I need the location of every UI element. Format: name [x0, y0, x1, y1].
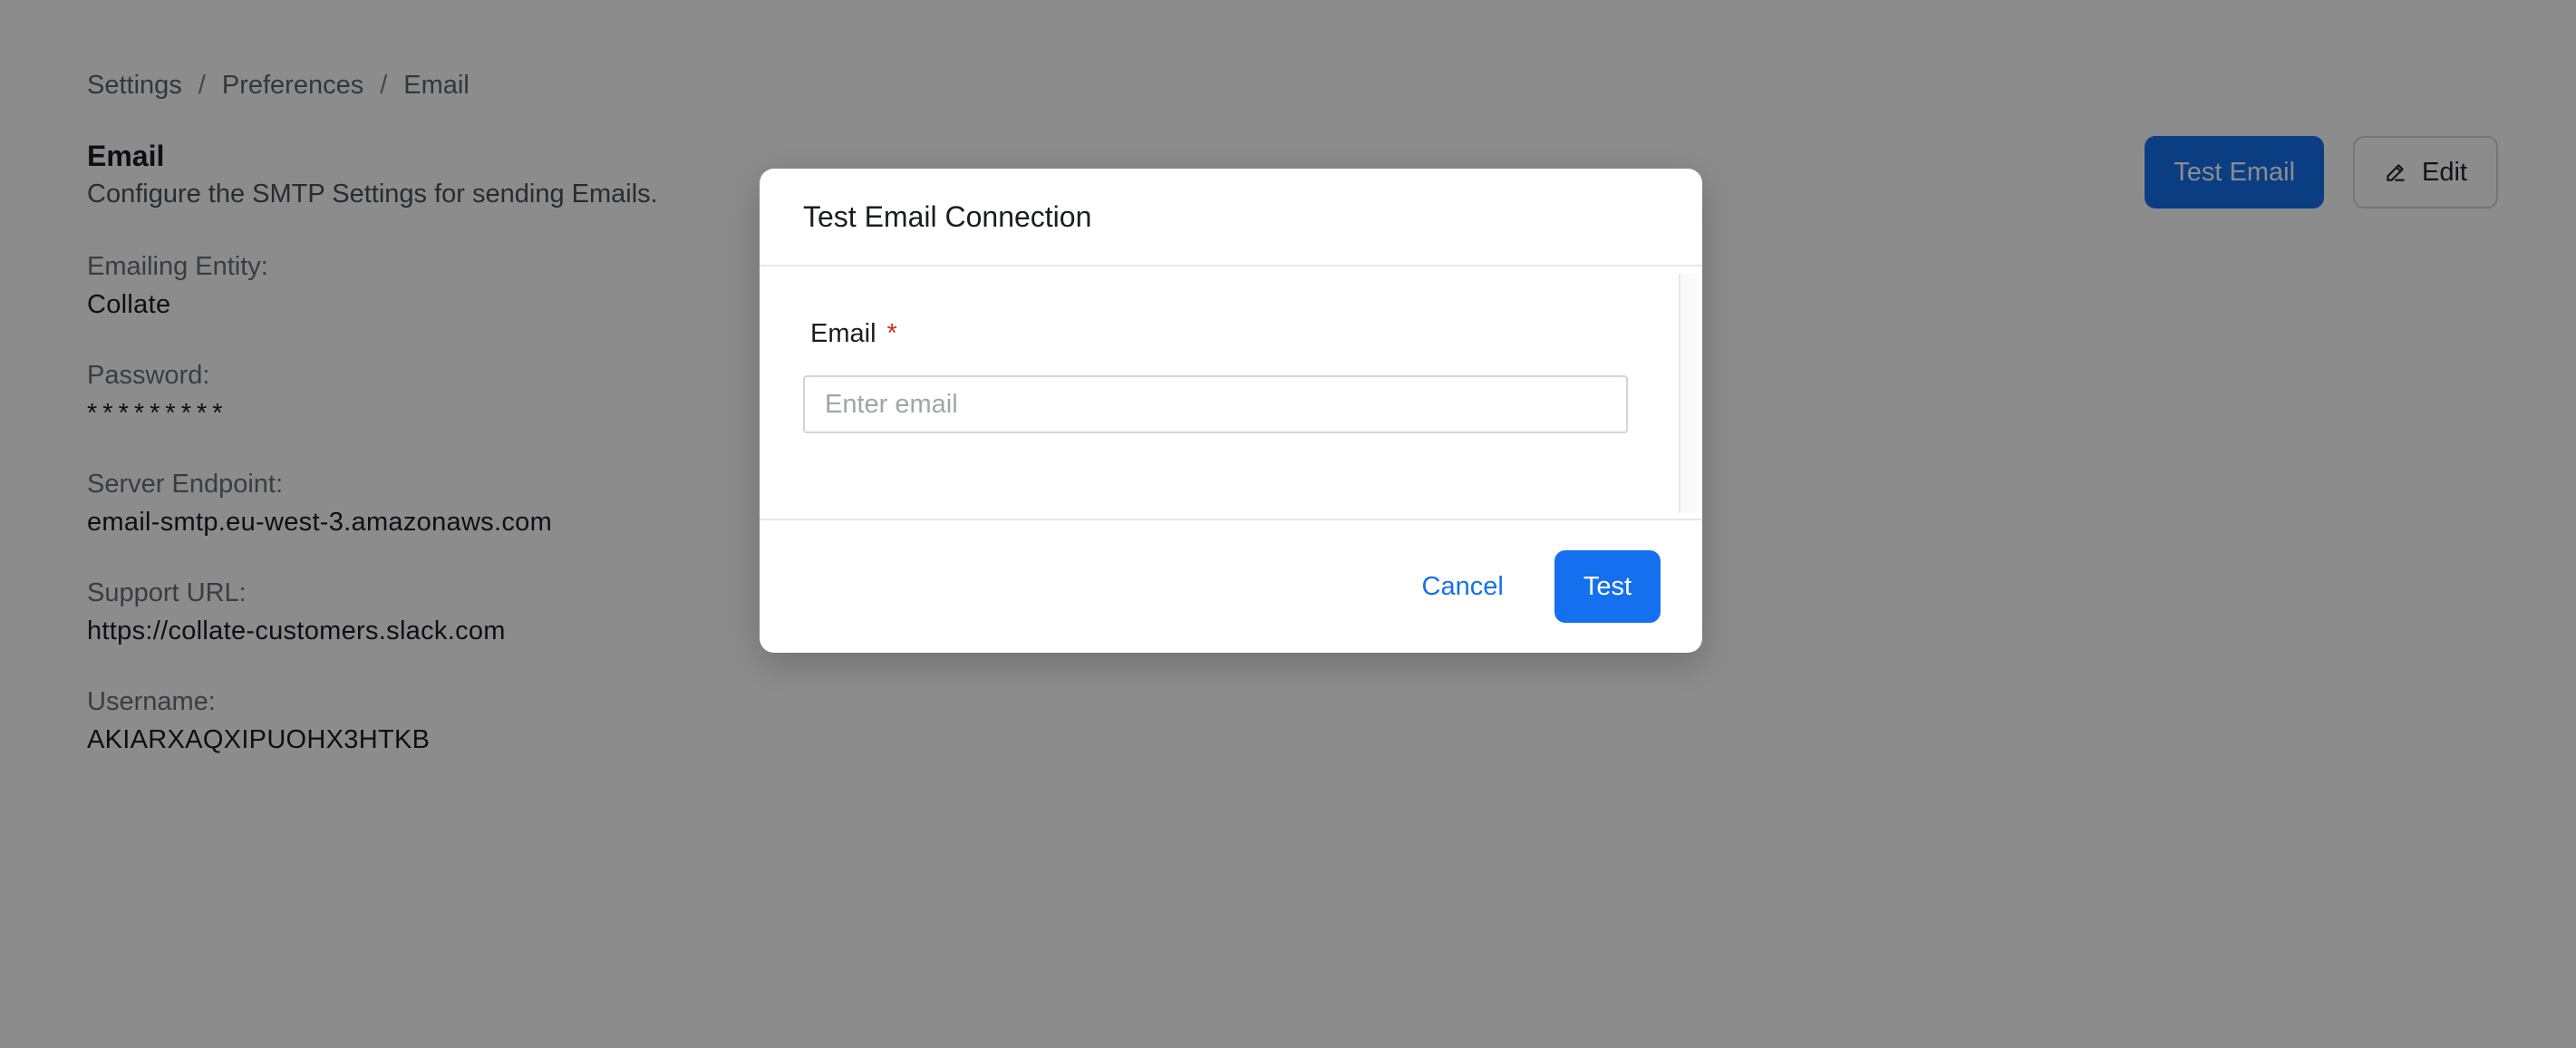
modal-title: Test Email Connection	[803, 199, 1092, 233]
email-settings-page: Settings / Preferences / Email Email Con…	[0, 0, 2576, 1048]
email-label: Email *	[810, 319, 897, 349]
test-button[interactable]: Test	[1554, 550, 1661, 623]
required-mark: *	[886, 319, 897, 348]
cancel-button[interactable]: Cancel	[1402, 550, 1524, 623]
modal-body: Email *	[760, 267, 1702, 520]
email-label-text: Email	[810, 319, 876, 348]
modal-header: Test Email Connection	[760, 169, 1702, 267]
test-email-modal: Test Email Connection Email * Cancel Test	[760, 169, 1702, 653]
modal-footer: Cancel Test	[760, 520, 1702, 653]
modal-scrollbar[interactable]	[1679, 274, 1697, 513]
email-input[interactable]	[803, 375, 1628, 433]
